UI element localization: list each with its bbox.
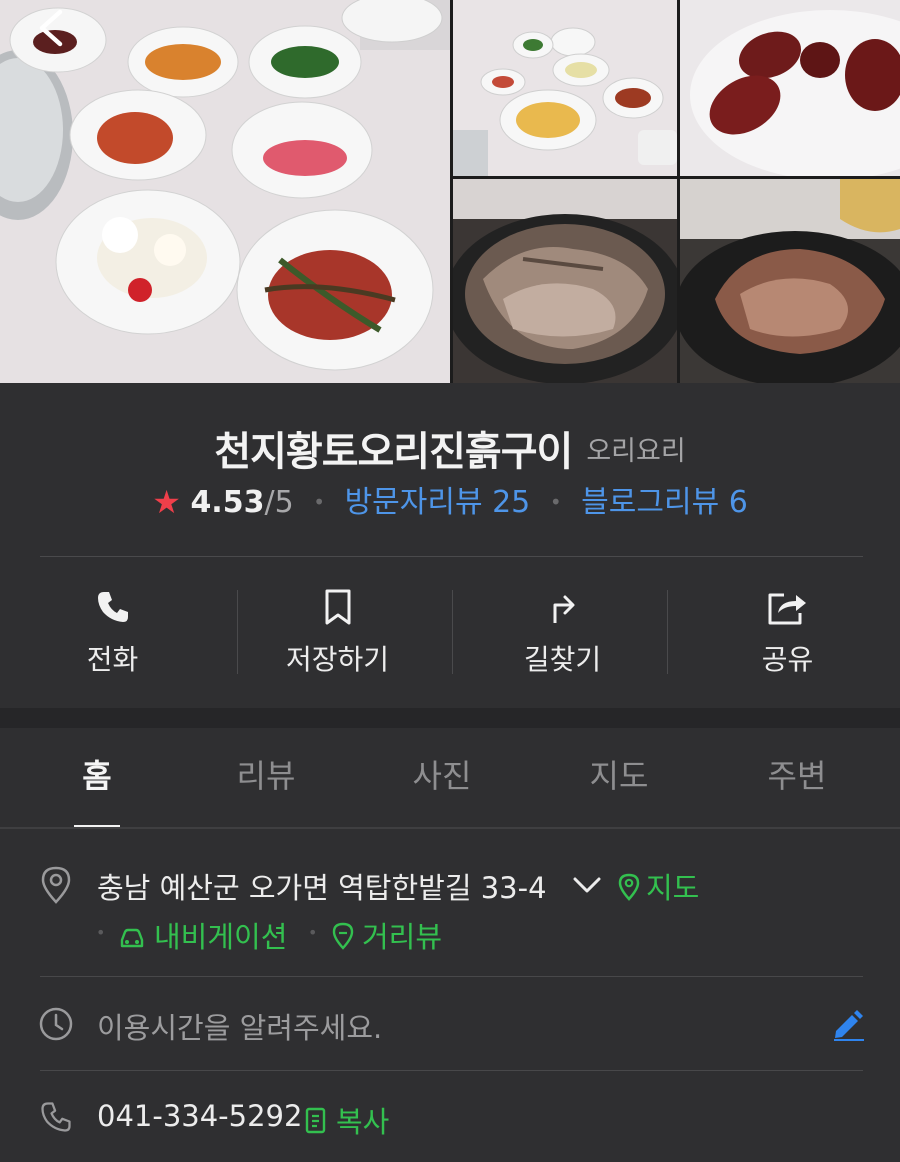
car-icon bbox=[120, 928, 144, 948]
roadview-pin-icon bbox=[332, 922, 354, 950]
separator-dot: • bbox=[313, 490, 326, 514]
clock-icon bbox=[39, 1007, 73, 1041]
directions-button[interactable]: 길찾기 bbox=[450, 573, 675, 683]
blog-reviews-link[interactable]: 블로그리뷰 6 bbox=[581, 485, 748, 520]
copy-icon bbox=[305, 1107, 326, 1134]
share-button[interactable]: 공유 bbox=[675, 573, 900, 683]
map-link[interactable]: 지도 bbox=[618, 865, 699, 907]
phone-outline-icon bbox=[41, 1102, 71, 1132]
separator-dot: • bbox=[549, 490, 562, 514]
photo-side-dishes[interactable] bbox=[0, 0, 450, 383]
call-button[interactable]: 전화 bbox=[0, 573, 225, 683]
visitor-reviews-link[interactable]: 방문자리뷰 25 bbox=[345, 485, 531, 520]
phone-icon bbox=[97, 592, 128, 622]
navigation-link[interactable]: 내비게이션 bbox=[118, 914, 287, 956]
place-header: 천지황토오리진흙구이 오리요리 ★ 4.53/5 • 방문자리뷰 25 • 블로그… bbox=[0, 383, 900, 708]
rating-max: /5 bbox=[264, 485, 294, 520]
save-button[interactable]: 저장하기 bbox=[225, 573, 450, 683]
roadview-link[interactable]: 거리뷰 bbox=[332, 914, 442, 956]
copy-label: 복사 bbox=[336, 1105, 390, 1139]
share-icon bbox=[768, 593, 806, 625]
directions-icon bbox=[553, 595, 574, 623]
navigation-link-label: 내비게이션 bbox=[154, 920, 288, 954]
chevron-down-icon[interactable] bbox=[572, 875, 602, 895]
separator-dot: • bbox=[96, 923, 106, 942]
info-section: 충남 예산군 오가면 역탑한밭길 33-4 지도 • 내비게이션 • 거리뷰 이… bbox=[0, 829, 900, 1162]
section-gap bbox=[0, 708, 900, 728]
photo-jujubes[interactable] bbox=[680, 0, 900, 176]
divider bbox=[667, 590, 668, 674]
divider bbox=[40, 556, 863, 557]
bookmark-icon bbox=[325, 589, 350, 625]
tab-photos[interactable]: 사진 bbox=[362, 728, 522, 828]
divider bbox=[40, 976, 863, 977]
photo-table-spread[interactable] bbox=[453, 0, 677, 176]
divider bbox=[237, 590, 238, 674]
photo-duck-dish[interactable] bbox=[453, 179, 677, 383]
map-pin-icon bbox=[618, 873, 640, 901]
roadview-link-label: 거리뷰 bbox=[362, 920, 443, 954]
edit-pencil-icon[interactable] bbox=[830, 1005, 866, 1041]
place-category: 오리요리 bbox=[586, 435, 686, 467]
call-label: 전화 bbox=[86, 643, 139, 676]
directions-label: 길찾기 bbox=[523, 643, 602, 676]
rating-row: ★ 4.53/5 • 방문자리뷰 25 • 블로그리뷰 6 bbox=[0, 477, 900, 521]
star-icon: ★ bbox=[152, 483, 181, 521]
back-arrow-icon[interactable] bbox=[30, 6, 74, 50]
photo-gallery[interactable] bbox=[0, 0, 900, 383]
rating-score: 4.53 bbox=[190, 485, 265, 520]
title-row: 천지황토오리진흙구이 오리요리 bbox=[0, 419, 900, 477]
tab-home[interactable]: 홈 bbox=[17, 728, 177, 828]
tab-reviews[interactable]: 리뷰 bbox=[186, 728, 346, 828]
tab-bar: 홈 리뷰 사진 지도 주변 bbox=[0, 728, 900, 829]
separator-dot: • bbox=[308, 923, 318, 942]
tab-map[interactable]: 지도 bbox=[539, 728, 699, 828]
map-link-label: 지도 bbox=[646, 871, 700, 905]
divider bbox=[40, 1070, 863, 1071]
photo-duck-closeup[interactable] bbox=[680, 179, 900, 383]
tab-nearby[interactable]: 주변 bbox=[717, 728, 877, 828]
save-label: 저장하기 bbox=[285, 643, 390, 676]
phone-number[interactable]: 041-334-5292 bbox=[97, 1099, 302, 1133]
location-pin-icon bbox=[41, 866, 71, 904]
copy-button[interactable]: 복사 bbox=[304, 1099, 389, 1141]
hours-placeholder[interactable]: 이용시간을 알려주세요. bbox=[97, 1005, 382, 1047]
address-text: 충남 예산군 오가면 역탑한밭길 33-4 bbox=[97, 871, 547, 905]
share-label: 공유 bbox=[761, 643, 814, 676]
action-bar: 전화 저장하기 길찾기 공유 bbox=[0, 573, 900, 683]
divider bbox=[452, 590, 453, 674]
place-name: 천지황토오리진흙구이 bbox=[214, 429, 573, 475]
